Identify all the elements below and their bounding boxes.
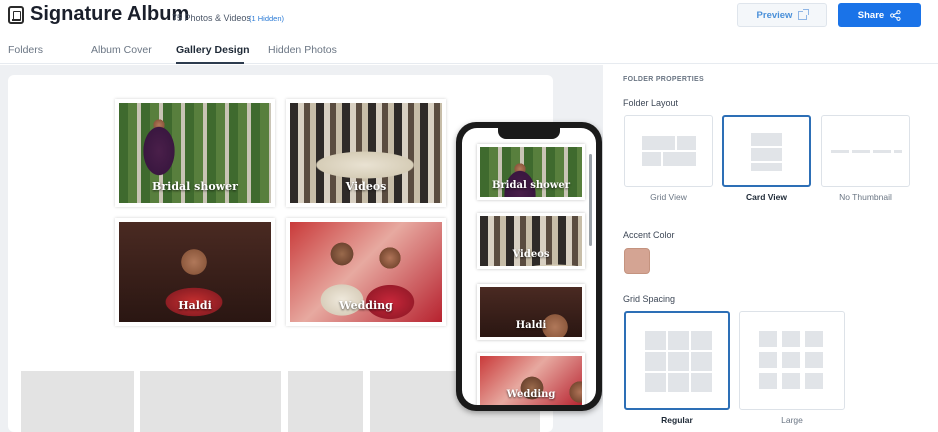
layout-preview-line xyxy=(873,150,891,153)
folder-title: Bridal shower xyxy=(491,180,571,191)
album-title: Signature Album xyxy=(30,3,190,25)
share-button[interactable]: Share xyxy=(838,3,921,27)
tab-album-cover[interactable]: Album Cover xyxy=(91,44,152,56)
hidden-count-link[interactable]: (1 Hidden) xyxy=(249,14,284,23)
tab-folders[interactable]: Folders xyxy=(8,44,43,56)
layout-option-no-thumbnail[interactable] xyxy=(821,115,910,187)
album-header: Signature Album 75 Photos & Videos (1 Hi… xyxy=(0,0,938,38)
folder-title: Wedding xyxy=(506,389,556,400)
preview-button-label: Preview xyxy=(756,9,793,21)
mobile-folder-card-videos: Videos xyxy=(477,213,585,269)
layout-caption: Grid View xyxy=(650,192,687,202)
layout-preview-block xyxy=(663,152,696,166)
spacing-preview-block xyxy=(805,373,823,389)
spacing-preview-block xyxy=(691,373,712,392)
layout-option-card-view[interactable] xyxy=(722,115,811,187)
panel-heading: FOLDER PROPERTIES xyxy=(623,76,704,83)
share-icon xyxy=(890,9,901,21)
layout-caption: Card View xyxy=(746,192,787,202)
folder-title: Videos xyxy=(512,249,550,260)
folder-layout-label: Folder Layout xyxy=(623,98,679,108)
layout-preview-block xyxy=(642,136,675,150)
spacing-preview-block xyxy=(782,331,800,347)
spacing-preview-block xyxy=(805,352,823,368)
album-icon xyxy=(8,6,24,24)
media-count: 75 Photos & Videos xyxy=(172,13,251,23)
folder-card-wedding[interactable]: Wedding xyxy=(286,218,446,326)
accent-color-label: Accent Color xyxy=(623,230,675,240)
phone-notch xyxy=(498,128,560,139)
grid-spacing-label: Grid Spacing xyxy=(623,294,676,304)
spacing-caption: Regular xyxy=(661,415,693,425)
folder-thumbnail: Wedding xyxy=(480,356,582,405)
spacing-caption: Large xyxy=(781,415,803,425)
layout-option-grid-view[interactable] xyxy=(624,115,713,187)
layout-preview-block xyxy=(751,148,782,161)
photo-placeholder xyxy=(21,371,134,432)
mobile-folder-card-bridal-shower: Bridal shower xyxy=(477,144,585,200)
folder-title: Wedding xyxy=(339,299,393,312)
spacing-option-regular[interactable] xyxy=(624,311,730,410)
folder-card-videos[interactable]: Videos xyxy=(286,99,446,207)
folder-card-haldi[interactable]: Haldi xyxy=(115,218,275,326)
spacing-preview-block xyxy=(645,331,666,350)
preview-button[interactable]: Preview xyxy=(737,3,827,27)
folder-thumbnail: Haldi xyxy=(480,287,582,337)
external-link-icon xyxy=(798,8,810,20)
spacing-preview-block xyxy=(759,352,777,368)
spacing-preview-block xyxy=(691,352,712,371)
folder-title: Haldi xyxy=(515,320,547,331)
layout-preview-line xyxy=(831,150,849,153)
spacing-preview-block xyxy=(668,331,689,350)
spacing-preview-block xyxy=(645,352,666,371)
folder-thumbnail: Videos xyxy=(290,103,442,203)
layout-preview-block xyxy=(751,163,782,171)
folder-thumbnail: Videos xyxy=(480,216,582,266)
accent-color-swatch[interactable] xyxy=(624,248,650,274)
spacing-preview-block xyxy=(782,352,800,368)
layout-preview-block xyxy=(677,136,696,150)
spacing-option-large[interactable] xyxy=(739,311,845,410)
layout-preview-line xyxy=(894,150,902,153)
layout-preview-block xyxy=(751,133,782,146)
mobile-scrollbar xyxy=(589,154,592,246)
folder-thumbnail: Haldi xyxy=(119,222,271,322)
spacing-preview-block xyxy=(645,373,666,392)
photo-placeholder xyxy=(140,371,281,432)
folder-title: Haldi xyxy=(178,299,212,312)
tab-hidden-photos[interactable]: Hidden Photos xyxy=(268,44,337,56)
spacing-preview-block xyxy=(805,331,823,347)
mobile-screen: Bridal shower Videos Haldi Wedding xyxy=(462,128,596,405)
spacing-preview-block xyxy=(691,331,712,350)
spacing-preview-block xyxy=(759,373,777,389)
active-tab-indicator xyxy=(176,62,244,64)
layout-preview-block xyxy=(642,152,661,166)
mobile-preview: Bridal shower Videos Haldi Wedding xyxy=(456,122,602,411)
spacing-preview-block xyxy=(782,373,800,389)
folder-title: Videos xyxy=(345,180,387,193)
folder-card-bridal-shower[interactable]: Bridal shower xyxy=(115,99,275,207)
folder-thumbnail: Bridal shower xyxy=(480,147,582,197)
folder-thumbnail: Wedding xyxy=(290,222,442,322)
spacing-preview-block xyxy=(668,352,689,371)
share-button-label: Share xyxy=(857,9,885,21)
mobile-folder-card-haldi: Haldi xyxy=(477,284,585,340)
spacing-preview-block xyxy=(759,331,777,347)
tab-gallery-design[interactable]: Gallery Design xyxy=(176,44,250,56)
folder-title: Bridal shower xyxy=(152,180,238,193)
tab-bar: Folders Album Cover Gallery Design Hidde… xyxy=(0,38,938,64)
photo-placeholder xyxy=(288,371,363,432)
mobile-folder-card-wedding: Wedding xyxy=(477,353,585,405)
layout-preview-line xyxy=(852,150,870,153)
folder-properties-panel: FOLDER PROPERTIES Folder Layout Grid Vie… xyxy=(603,65,938,432)
layout-caption: No Thumbnail xyxy=(839,192,892,202)
folder-thumbnail: Bridal shower xyxy=(119,103,271,203)
spacing-preview-block xyxy=(668,373,689,392)
